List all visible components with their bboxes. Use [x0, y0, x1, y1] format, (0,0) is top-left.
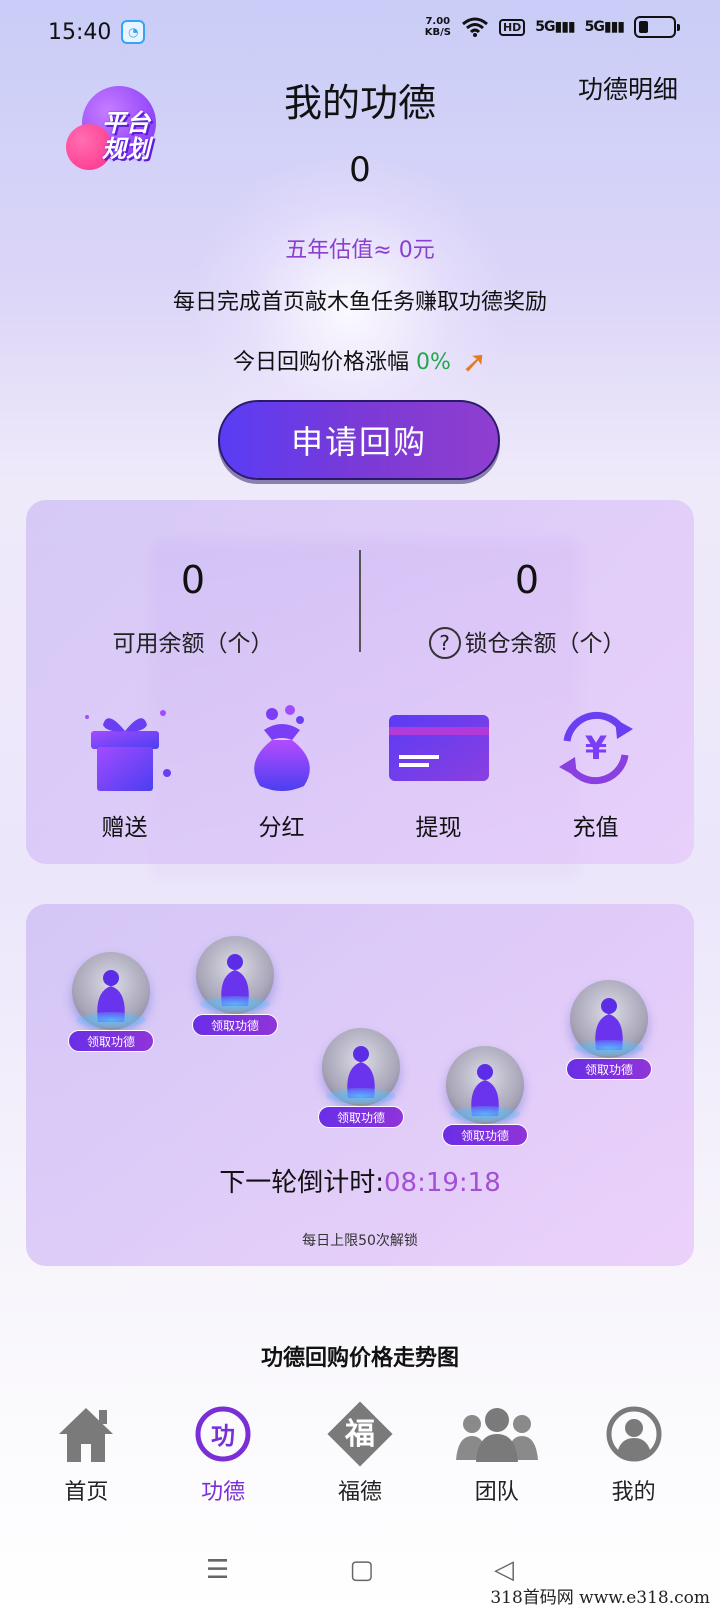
action-withdraw-label: 提现: [415, 815, 462, 841]
nav-merit-label: 功德: [201, 1480, 246, 1505]
help-question-icon[interactable]: ?: [428, 627, 461, 659]
balance-card: 0 可用余额（个） 0 ? 锁仓余额（个） 赠送 分红 提现 ¥ 充值: [26, 500, 694, 864]
orb-base: [574, 1040, 644, 1056]
profile-icon: [606, 1406, 662, 1462]
merit-orb[interactable]: 领取功德: [66, 952, 156, 1062]
merit-orb[interactable]: 领取功德: [440, 1046, 530, 1156]
available-balance-value: 0: [180, 558, 206, 602]
nav-profile-label: 我的: [611, 1480, 656, 1505]
countdown: 下一轮倒计时:08:19:18: [26, 1162, 694, 1199]
collect-merit-tag[interactable]: 领取功德: [442, 1124, 528, 1146]
wifi-icon: [461, 17, 488, 37]
orb-base: [450, 1106, 520, 1122]
money-bag-icon: [253, 705, 310, 791]
network-speed: 7.00 KB/S: [425, 16, 451, 38]
signal-5g-icon: 5G▮▮▮: [535, 19, 575, 35]
collect-merit-tag[interactable]: 领取功德: [192, 1014, 278, 1036]
apply-buyback-button[interactable]: 申请回购: [218, 400, 500, 480]
price-rise-pct: 0%: [415, 350, 451, 375]
net-speed-value: 7.00: [425, 16, 451, 27]
card-icon: [388, 715, 489, 781]
gift-icon: [84, 710, 171, 791]
countdown-label: 下一轮倒计时:: [219, 1168, 384, 1198]
trend-up-arrow-icon: ➚: [461, 345, 488, 380]
signal-5g-icon-2: 5G▮▮▮: [584, 19, 625, 35]
action-dividend-label: 分红: [258, 815, 305, 841]
team-icon: [455, 1408, 538, 1462]
merit-orb[interactable]: 领取功德: [190, 936, 280, 1046]
locked-balance: 0 ? 锁仓余额（个）: [360, 558, 694, 659]
orb-base: [76, 1012, 146, 1028]
app-notification-icon: ◔: [121, 20, 146, 44]
action-withdraw[interactable]: 提现: [374, 698, 504, 842]
orb-base: [200, 996, 270, 1012]
price-rise-line: 今日回购价格涨幅 0% ➚: [0, 344, 720, 380]
task-tip: 每日完成首页敲木鱼任务赚取功德奖励: [172, 290, 547, 315]
bottom-nav: 首页 功 功德 福 福德 团队 我的: [0, 1400, 720, 1510]
merit-orb[interactable]: 领取功德: [564, 980, 654, 1090]
available-balance: 0 可用余额（个）: [26, 558, 360, 658]
back-triangle-icon[interactable]: ◁: [494, 1555, 514, 1585]
action-recharge[interactable]: ¥ 充值: [531, 698, 661, 842]
nav-home[interactable]: 首页: [26, 1400, 146, 1510]
available-balance-label: 可用余额（个）: [112, 631, 274, 657]
merit-detail-link[interactable]: 功德明细: [578, 70, 678, 106]
action-gift-label: 赠送: [101, 815, 148, 841]
collect-merit-tag[interactable]: 领取功德: [318, 1106, 404, 1128]
orb-base: [326, 1088, 396, 1104]
nav-profile[interactable]: 我的: [574, 1400, 694, 1510]
svg-text:功: 功: [211, 1422, 235, 1450]
status-bar: 15:40 ◔ 7.00 KB/S HD 5G▮▮▮ 5G▮▮▮: [0, 0, 720, 64]
hd-icon: HD: [498, 18, 526, 36]
nav-fortune[interactable]: 福 福德: [300, 1400, 420, 1510]
home-square-icon[interactable]: ▢: [349, 1555, 374, 1585]
battery-icon: [634, 16, 680, 38]
home-icon: [59, 1408, 114, 1462]
nav-merit[interactable]: 功 功德: [163, 1400, 283, 1510]
countdown-time: 08:19:18: [383, 1168, 501, 1198]
locked-balance-label-row: ? 锁仓余额（个）: [360, 624, 694, 659]
nav-fortune-label: 福德: [337, 1480, 382, 1505]
nav-team[interactable]: 团队: [437, 1400, 557, 1510]
action-gift[interactable]: 赠送: [60, 698, 190, 842]
price-rise-label: 今日回购价格涨幅: [232, 350, 409, 375]
locked-balance-value: 0: [514, 558, 540, 602]
merit-icon: 功: [195, 1406, 251, 1462]
five-year-estimate: 五年估值≈ 0元: [285, 238, 435, 263]
merit-collect-card: 领取功德 领取功德 领取功德 领取功德 领取功德 下一轮倒计时:08:19:18…: [26, 904, 694, 1266]
svg-text:¥: ¥: [584, 729, 606, 767]
collect-merit-tag[interactable]: 领取功德: [566, 1058, 652, 1080]
status-indicators: 7.00 KB/S HD 5G▮▮▮ 5G▮▮▮: [425, 16, 680, 38]
daily-unlock-note: 每日上限50次解锁: [302, 1233, 418, 1249]
nav-team-label: 团队: [474, 1480, 519, 1505]
locked-balance-label: 锁仓余额（个）: [464, 631, 626, 657]
fu-icon: 福: [327, 1401, 393, 1467]
merit-orb[interactable]: 领取功德: [316, 1028, 406, 1138]
yen-exchange-icon: ¥: [558, 711, 633, 785]
svg-text:福: 福: [344, 1417, 375, 1452]
action-recharge-label: 充值: [572, 815, 619, 841]
nav-home-label: 首页: [64, 1480, 109, 1505]
action-row: 赠送 分红 提现 ¥ 充值: [26, 698, 694, 842]
collect-merit-tag[interactable]: 领取功德: [68, 1030, 154, 1052]
action-dividend[interactable]: 分红: [217, 698, 347, 842]
watermark: 318首码网 www.e318.com: [490, 1588, 710, 1608]
net-speed-unit: KB/S: [424, 27, 451, 38]
status-time: 15:40: [48, 19, 112, 45]
price-trend-title: 功德回购价格走势图: [260, 1346, 459, 1371]
menu-icon[interactable]: ☰: [206, 1555, 229, 1585]
merit-value: 0: [349, 150, 371, 190]
